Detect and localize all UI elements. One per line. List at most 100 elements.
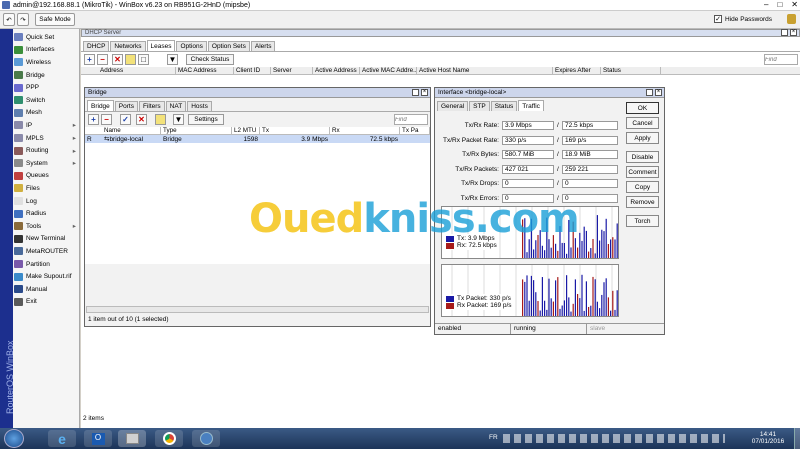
network-app-icon[interactable]	[192, 430, 220, 447]
cancel-button[interactable]: Cancel	[626, 117, 659, 129]
torch-button[interactable]: Torch	[626, 215, 659, 227]
bridge-col-name[interactable]: Name	[102, 127, 161, 134]
bridge-settings-button[interactable]: Settings	[188, 114, 224, 125]
sidebar-item-routing[interactable]: Routing ▸	[14, 144, 80, 157]
comment-button[interactable]: Comment	[626, 166, 659, 178]
bridge-col-tx-pa[interactable]: Tx Pa	[400, 127, 430, 134]
sidebar-item-make-supout-rif[interactable]: Make Supout.rif	[14, 270, 80, 283]
system-tray-icons[interactable]	[503, 434, 725, 443]
sidebar-item-manual[interactable]: Manual	[14, 283, 80, 296]
sidebar-item-bridge[interactable]: Bridge	[14, 69, 80, 82]
add-button[interactable]: +	[84, 54, 95, 65]
language-indicator[interactable]: FR	[489, 434, 498, 441]
disable-button[interactable]: Disable	[626, 151, 659, 163]
bridge-restore-button[interactable]	[412, 89, 419, 96]
remove-button[interactable]: Remove	[626, 196, 659, 208]
dhcp-col-active-host-name[interactable]: Active Host Name	[417, 67, 553, 74]
clock-date[interactable]: 07/01/2016	[748, 438, 788, 445]
dhcp-col-client-id[interactable]: Client ID	[234, 67, 271, 74]
stat-rx-field[interactable]: 259 221	[562, 164, 618, 174]
stat-rx-field[interactable]: 169 p/s	[562, 135, 618, 145]
dhcp-col-active-address[interactable]: Active Address	[313, 67, 360, 74]
minimize-button[interactable]: –	[764, 0, 768, 9]
sidebar-item-system[interactable]: System ▸	[14, 157, 80, 170]
bridge-tab-filters[interactable]: Filters	[138, 101, 165, 111]
dhcp-col-status[interactable]: Status	[601, 67, 661, 74]
bridge-col-rx[interactable]: Rx	[330, 127, 400, 134]
dhcp-tab-networks[interactable]: Networks	[110, 41, 146, 51]
copy-button[interactable]: Copy	[626, 181, 659, 193]
iface-tab-traffic[interactable]: Traffic	[518, 100, 544, 111]
ie-app-icon[interactable]: e	[48, 430, 76, 447]
sidebar-item-ip[interactable]: IP ▸	[14, 119, 80, 132]
sidebar-item-log[interactable]: Log	[14, 195, 80, 208]
sidebar-item-interfaces[interactable]: Interfaces	[14, 44, 80, 57]
comment-button[interactable]	[125, 54, 136, 65]
dhcp-find-input[interactable]	[764, 54, 798, 65]
stat-rx-field[interactable]: 0	[562, 179, 618, 189]
bridge-tab-ports[interactable]: Ports	[114, 101, 138, 111]
clock-time[interactable]: 14:41	[748, 431, 788, 438]
interface-restore-button[interactable]	[646, 89, 653, 96]
bridge-enable-button[interactable]: ✓	[120, 114, 131, 125]
iface-tab-stp[interactable]: STP	[469, 101, 490, 111]
reset-button[interactable]: □	[138, 54, 149, 65]
dhcp-col-expires-after[interactable]: Expires After	[553, 67, 601, 74]
stat-rx-field[interactable]: 18.9 MiB	[562, 150, 618, 160]
bridge-comment-button[interactable]	[155, 114, 166, 125]
bridge-tab-bridge[interactable]: Bridge	[87, 100, 114, 111]
sidebar-item-quick-set[interactable]: Quick Set	[14, 31, 80, 44]
filter-icon[interactable]: ▼	[167, 54, 178, 65]
dhcp-close-button[interactable]: ×	[790, 29, 797, 36]
redo-button[interactable]: ↷	[17, 13, 29, 26]
bridge-filter-icon[interactable]: ▼	[173, 114, 184, 125]
sidebar-item-queues[interactable]: Queues	[14, 170, 80, 183]
bridge-hscrollbar[interactable]	[86, 306, 429, 313]
stat-tx-field[interactable]: 0	[502, 179, 554, 189]
dhcp-tab-option-sets[interactable]: Option Sets	[207, 41, 250, 51]
dhcp-tab-leases[interactable]: Leases	[146, 40, 176, 51]
bridge-col-l2-mtu[interactable]: L2 MTU	[232, 127, 260, 134]
outlook-app-icon[interactable]: O	[84, 430, 112, 447]
safe-mode-button[interactable]: Safe Mode	[35, 13, 75, 26]
undo-button[interactable]: ↶	[3, 13, 15, 26]
dhcp-tab-dhcp[interactable]: DHCP	[83, 41, 110, 51]
bridge-close-button[interactable]: ×	[421, 89, 428, 96]
dhcp-restore-button[interactable]	[781, 29, 788, 36]
bridge-disable-button[interactable]: ✕	[136, 114, 147, 125]
maximize-button[interactable]: □	[777, 0, 782, 9]
dhcp-col-server[interactable]: Server	[271, 67, 313, 74]
show-desktop-button[interactable]	[794, 428, 800, 449]
remove-button[interactable]: −	[97, 54, 108, 65]
stat-tx-field[interactable]: 580.7 MiB	[502, 150, 554, 160]
dhcp-tab-options[interactable]: Options	[176, 41, 207, 51]
bridge-tab-hosts[interactable]: Hosts	[187, 101, 212, 111]
dhcp-col-address[interactable]: Address	[98, 67, 176, 74]
iface-tab-general[interactable]: General	[437, 101, 469, 111]
check-status-button[interactable]: Check Status	[186, 54, 234, 65]
stat-tx-field[interactable]: 427 021	[502, 164, 554, 174]
ok-button[interactable]: OK	[626, 102, 659, 114]
sidebar-item-mesh[interactable]: Mesh	[14, 107, 80, 120]
apply-button[interactable]: Apply	[626, 132, 659, 144]
bridge-find-input[interactable]	[394, 114, 428, 125]
bridge-col-type[interactable]: Type	[161, 127, 232, 134]
bridge-remove-button[interactable]: −	[101, 114, 112, 125]
iface-tab-status[interactable]: Status	[490, 101, 518, 111]
dhcp-col-mac-address[interactable]: MAC Address	[176, 67, 234, 74]
sidebar-item-radius[interactable]: Radius	[14, 207, 80, 220]
stat-rx-field[interactable]: 72.5 kbps	[562, 121, 618, 130]
chrome-app-icon[interactable]	[155, 430, 183, 447]
sidebar-item-switch[interactable]: Switch	[14, 94, 80, 107]
sidebar-item-mpls[interactable]: MPLS ▸	[14, 132, 80, 145]
sidebar-item-exit[interactable]: Exit	[14, 296, 80, 309]
table-row[interactable]: R ⇆bridge-local Bridge 1598 3.9 Mbps 72.5 kbp…	[85, 135, 430, 143]
sidebar-item-tools[interactable]: Tools ▸	[14, 220, 80, 233]
bridge-add-button[interactable]: +	[88, 114, 99, 125]
stat-tx-field[interactable]: 330 p/s	[502, 135, 554, 145]
hide-passwords-checkbox[interactable]: ✓	[714, 15, 723, 23]
start-button[interactable]	[4, 429, 24, 448]
close-button[interactable]: ✕	[791, 0, 798, 9]
dhcp-tab-alerts[interactable]: Alerts	[250, 41, 276, 51]
delete-button[interactable]: ✕	[112, 54, 123, 65]
